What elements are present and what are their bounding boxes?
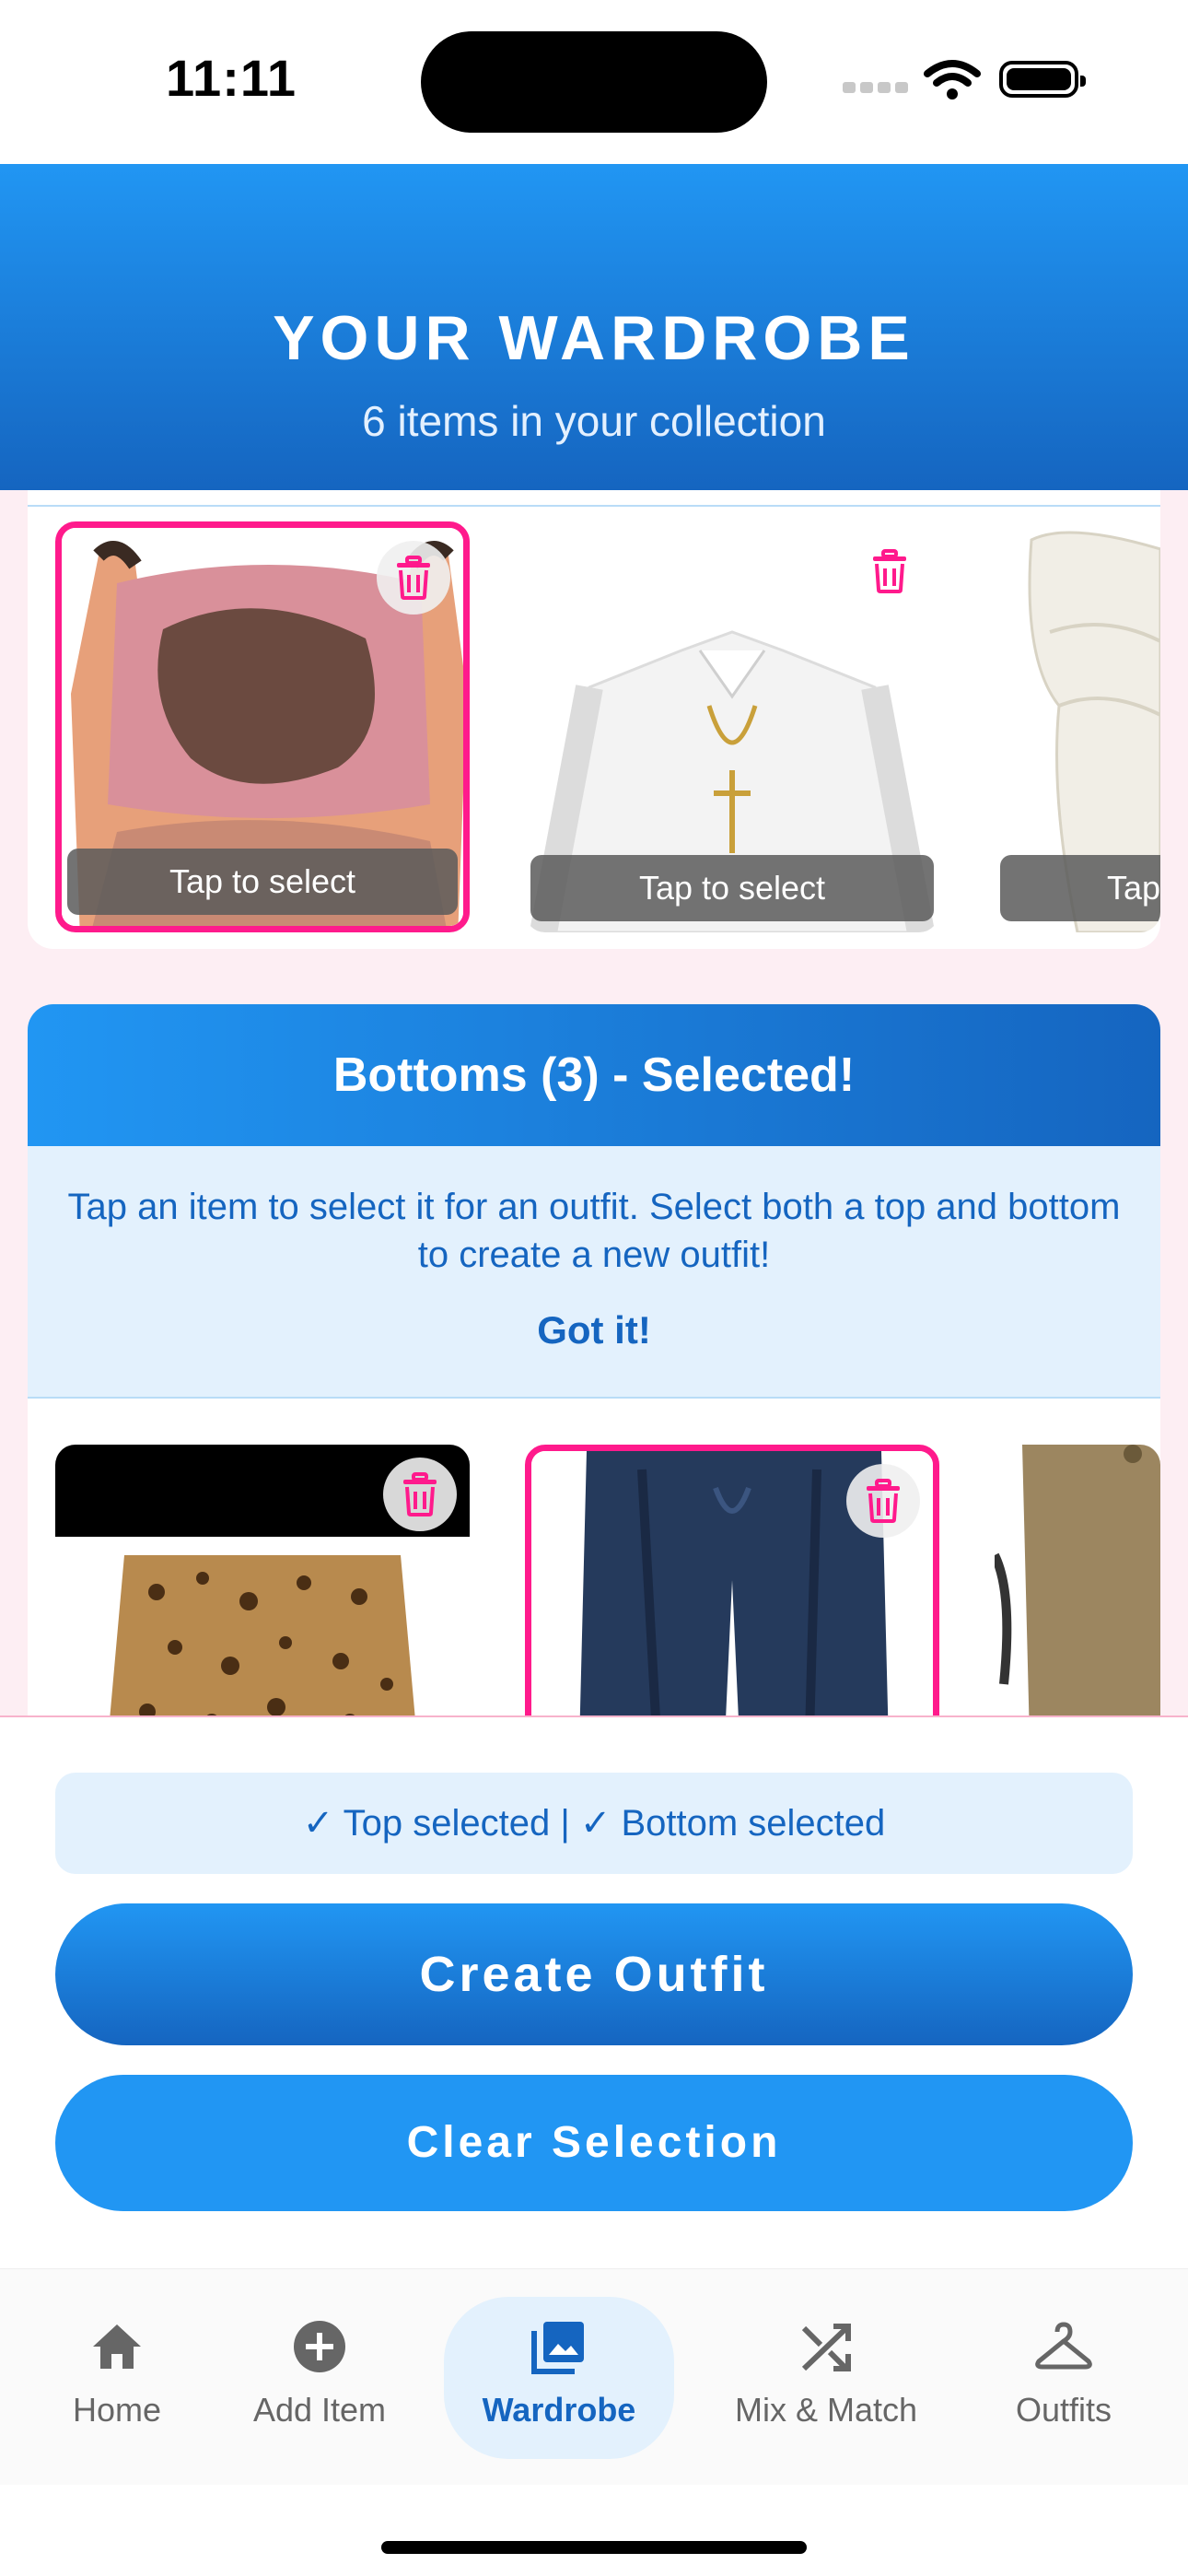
hanger-icon bbox=[958, 2317, 1170, 2376]
battery-icon bbox=[999, 61, 1086, 98]
status-bar: 11:11 bbox=[0, 0, 1188, 164]
tip-text: Tap an item to select it for an outfit. … bbox=[67, 1187, 1121, 1275]
bottoms-section-heading: Bottoms (3) - Selected! bbox=[28, 1004, 1160, 1146]
tab-wardrobe[interactable]: Wardrobe bbox=[444, 2297, 674, 2459]
cellular-signal-icon bbox=[843, 81, 918, 94]
selection-status: ✓ Top selected | ✓ Bottom selected bbox=[55, 1773, 1133, 1874]
top-item-white-shirt[interactable]: Tap to select bbox=[525, 521, 939, 932]
trash-icon bbox=[873, 549, 906, 593]
got-it-button[interactable]: Got it! bbox=[28, 1308, 1160, 1352]
section-divider bbox=[28, 505, 1160, 507]
tap-to-select-label: Tap to select bbox=[530, 855, 934, 921]
delete-item-button[interactable] bbox=[377, 541, 450, 615]
tap-to-select-label: Tap bbox=[1000, 855, 1160, 921]
delete-item-button[interactable] bbox=[853, 534, 926, 608]
create-outfit-button[interactable]: Create Outfit bbox=[55, 1903, 1133, 2045]
trash-icon bbox=[867, 1479, 900, 1523]
wardrobe-scroll-area[interactable]: Tap to select Tap to select Tap Bottoms … bbox=[0, 490, 1188, 1715]
tab-label: Mix & Match bbox=[734, 2391, 918, 2429]
outfit-action-panel: ✓ Top selected | ✓ Bottom selected Creat… bbox=[0, 1715, 1188, 2270]
page-subtitle: 6 items in your collection bbox=[362, 397, 826, 445]
bottoms-section: Bottoms (3) - Selected! Tap an item to s… bbox=[28, 1004, 1160, 1715]
home-indicator bbox=[381, 2541, 807, 2554]
tab-mix-match[interactable]: Mix & Match bbox=[720, 2297, 932, 2459]
shuffle-icon bbox=[720, 2317, 932, 2376]
wardrobe-header: YOUR WARDROBE 6 items in your collection bbox=[0, 164, 1188, 490]
page-title: YOUR WARDROBE bbox=[273, 303, 915, 373]
photo-library-icon bbox=[444, 2317, 674, 2376]
tab-add-item[interactable]: Add Item bbox=[214, 2297, 425, 2459]
trash-icon bbox=[397, 556, 430, 600]
clear-selection-button[interactable]: Clear Selection bbox=[55, 2075, 1133, 2211]
tab-outfits[interactable]: Outfits bbox=[958, 2297, 1170, 2459]
bottom-tab-bar: Home Add Item Wardrobe Mix & Match Outfi… bbox=[0, 2268, 1188, 2485]
delete-item-button[interactable] bbox=[383, 1458, 457, 1531]
add-circle-icon bbox=[214, 2317, 425, 2376]
top-item-tank[interactable]: Tap to select bbox=[55, 521, 470, 932]
tan-pants-image bbox=[995, 1445, 1160, 1715]
status-time: 11:11 bbox=[166, 49, 297, 107]
delete-item-button[interactable] bbox=[846, 1464, 920, 1538]
tops-section: Tap to select Tap to select Tap bbox=[28, 490, 1160, 949]
tap-to-select-label: Tap to select bbox=[67, 849, 458, 915]
bottom-item-dark-jeans[interactable] bbox=[525, 1445, 939, 1715]
wifi-icon bbox=[924, 59, 981, 106]
tab-label: Add Item bbox=[252, 2391, 387, 2429]
tab-home[interactable]: Home bbox=[11, 2297, 223, 2459]
trash-icon bbox=[403, 1472, 437, 1516]
home-icon bbox=[11, 2317, 223, 2376]
bottom-item-tan-pants[interactable] bbox=[995, 1445, 1160, 1715]
tab-label: Outfits bbox=[1015, 2391, 1112, 2429]
tab-label: Wardrobe bbox=[482, 2391, 636, 2429]
selection-tip-banner: Tap an item to select it for an outfit. … bbox=[28, 1146, 1160, 1399]
dynamic-island bbox=[421, 31, 767, 133]
bottom-item-leopard-skirt[interactable] bbox=[55, 1445, 470, 1715]
top-item-white-ruched[interactable]: Tap bbox=[995, 521, 1160, 932]
